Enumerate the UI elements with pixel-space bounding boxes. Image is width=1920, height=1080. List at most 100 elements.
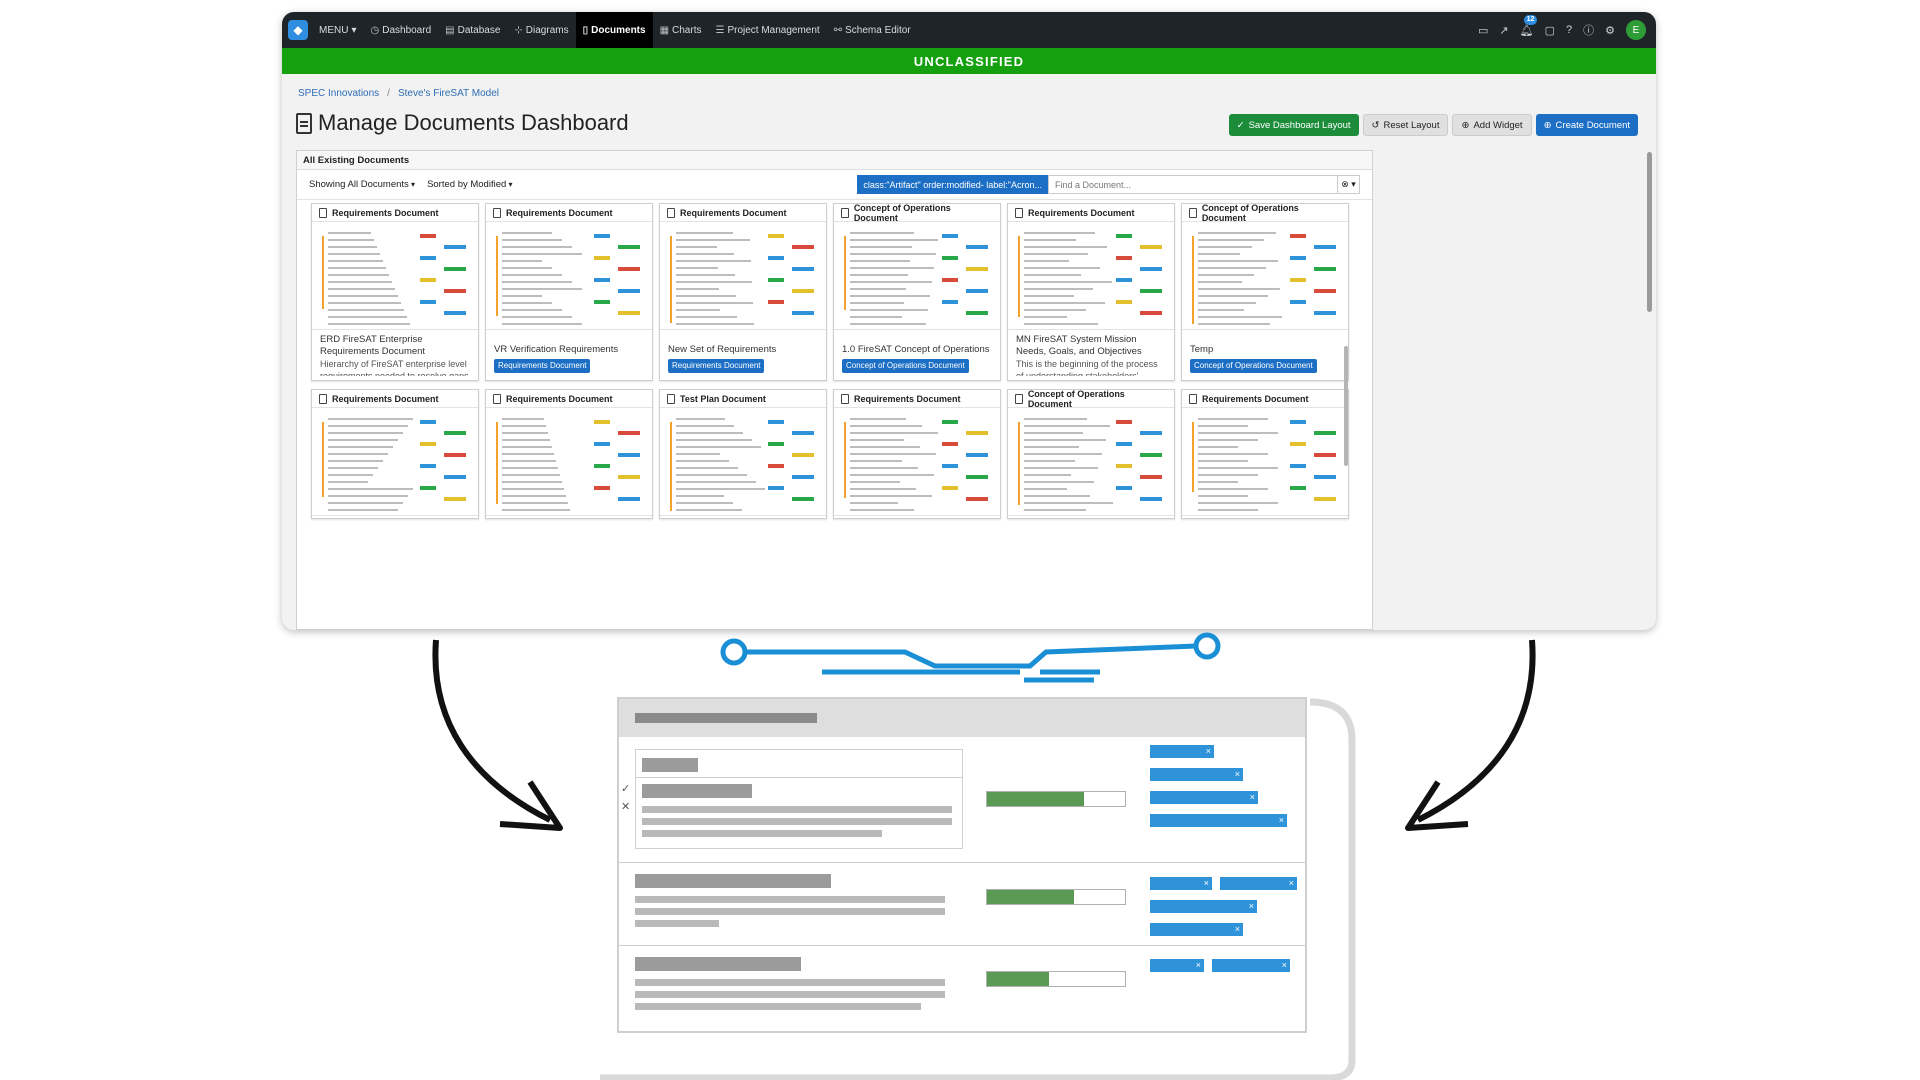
card-type-header: Requirements Document (660, 204, 826, 222)
breadcrumb-item[interactable]: Steve's FireSAT Model (398, 88, 499, 99)
document-type-badge: Requirements Document (668, 359, 765, 373)
close-circle-icon: ⊗ ▾ (1341, 179, 1356, 189)
right-arrowhead (1405, 780, 1469, 831)
document-type-badge: Requirements Document (494, 359, 591, 373)
chat-icon[interactable]: ▭ (1478, 24, 1488, 37)
card-type-header: Requirements Document (1182, 390, 1348, 408)
share-icon[interactable]: ↗ (1499, 24, 1508, 37)
info-icon[interactable]: ⓘ (1583, 22, 1594, 38)
nav-database[interactable]: ▤ Database (438, 12, 507, 48)
card-title[interactable]: 1.0 FireSAT Concept of Operations (842, 344, 992, 356)
card-footer: MN FireSAT System Mission Needs, Goals, … (1008, 330, 1174, 376)
card-footer: 1.0 FireSAT Concept of Operations Concept… (834, 330, 1000, 376)
document-card[interactable]: Requirements Document ERD FireSAT Enterpr… (311, 203, 479, 381)
nav-label: Charts (672, 24, 702, 36)
card-type-header: Test Plan Document (660, 390, 826, 408)
tag-chip (1212, 959, 1290, 972)
card-title[interactable]: VR Verification Requirements (494, 344, 644, 356)
left-arrowhead (499, 780, 563, 831)
document-icon (1189, 393, 1197, 404)
document-card[interactable]: Requirements Document VR Verification Req… (485, 203, 653, 381)
breadcrumb: SPEC Innovations / Steve's FireSAT Model (298, 88, 499, 99)
card-type-header: Requirements Document (1008, 204, 1174, 222)
search-input[interactable] (1048, 175, 1338, 194)
card-type-header: Requirements Document (486, 390, 652, 408)
create-document-button[interactable]: ⊕ Create Document (1535, 114, 1638, 136)
document-icon (296, 112, 312, 134)
document-thumbnail (1182, 222, 1348, 330)
tag-chip (1150, 900, 1257, 913)
plus-circle-icon: ⊕ (1543, 119, 1552, 131)
nav-documents[interactable]: ▯ Documents (575, 12, 653, 48)
card-type-label: Test Plan Document (680, 393, 766, 404)
card-type-label: Concept of Operations Document (1027, 388, 1125, 409)
progress-bar (986, 971, 1126, 987)
tag-chip (1150, 768, 1243, 781)
gear-icon[interactable]: ⚙ (1605, 24, 1615, 37)
card-type-label: Requirements Document (332, 393, 439, 404)
close-icon: ✕ (621, 801, 631, 813)
document-card[interactable]: Test Plan Document (659, 389, 827, 519)
card-title[interactable]: Temp (1190, 344, 1340, 356)
card-type-header: Requirements Document (312, 204, 478, 222)
tag-chip (1150, 959, 1204, 972)
document-card[interactable]: Requirements Document (833, 389, 1001, 519)
document-thumbnail (834, 222, 1000, 330)
button-label: Create Document (1555, 119, 1630, 131)
folder-icon[interactable]: ▢ (1545, 24, 1555, 37)
bell-icon[interactable]: 🔔︎ 12 (1520, 14, 1538, 37)
help-icon[interactable]: ? (1566, 24, 1572, 36)
document-card[interactable]: Concept of Operations Document (1007, 389, 1175, 519)
nav-schema-editor[interactable]: ⚯ Schema Editor (827, 12, 918, 48)
undo-icon: ↺ (1371, 119, 1380, 131)
document-card[interactable]: Concept of Operations Document 1.0 FireSA… (833, 203, 1001, 381)
sort-dropdown[interactable]: Sorted by Modified (427, 179, 512, 190)
document-card[interactable]: Requirements Document MN FireSAT System M… (1007, 203, 1175, 381)
card-title[interactable]: MN FireSAT System Mission Needs, Goals, … (1016, 334, 1166, 358)
document-card[interactable]: Requirements Document New Set of Requirem… (659, 203, 827, 381)
reset-layout-button[interactable]: ↺ Reset Layout (1362, 114, 1449, 136)
plus-circle-icon: ⊕ (1461, 119, 1470, 131)
active-filter-chip[interactable]: class:"Artifact" order:modified- label:"… (857, 175, 1048, 194)
breadcrumb-separator: / (387, 88, 390, 99)
card-type-label: Requirements Document (854, 393, 961, 404)
document-card[interactable]: Requirements Document (311, 389, 479, 519)
card-type-label: Concept of Operations Document (1201, 202, 1299, 223)
card-type-header: Requirements Document (312, 390, 478, 408)
nav-charts[interactable]: ▦ Charts (653, 12, 709, 48)
card-title[interactable]: ERD FireSAT Enterprise Requirements Docu… (320, 334, 470, 358)
breadcrumb-item[interactable]: SPEC Innovations (298, 88, 379, 99)
menu-label: MENU (319, 24, 349, 36)
widget-title: All Existing Documents (297, 151, 1372, 170)
app-logo-icon[interactable]: ◆ (288, 20, 308, 40)
showing-dropdown[interactable]: Showing All Documents (309, 179, 415, 190)
document-icon (667, 393, 675, 404)
nav-diagrams[interactable]: ⊹ Diagrams (507, 12, 575, 48)
document-thumbnail (486, 408, 652, 516)
clear-search-button[interactable]: ⊗ ▾ (1338, 175, 1360, 194)
card-type-header: Concept of Operations Document (1182, 202, 1348, 223)
document-card[interactable]: Requirements Document (1181, 389, 1349, 519)
document-card[interactable]: Requirements Document (485, 389, 653, 519)
list-icon: ☰ (715, 24, 725, 36)
document-card[interactable]: Concept of Operations Document Temp Concep… (1181, 203, 1349, 381)
avatar[interactable]: E (1626, 20, 1646, 40)
save-dashboard-layout-button[interactable]: ✓ Save Dashboard Layout (1228, 114, 1359, 136)
dashboard-icon: ◷ (370, 24, 380, 36)
button-label: Save Dashboard Layout (1248, 119, 1351, 131)
card-type-label: Requirements Document (332, 207, 439, 218)
card-type-label: Requirements Document (506, 207, 613, 218)
card-title[interactable]: New Set of Requirements (668, 344, 818, 356)
nav-project-management[interactable]: ☰ Project Management (708, 12, 826, 48)
topbar-actions: ▭ ↗ 🔔︎ 12 ▢ ? ⓘ ⚙ E (1478, 14, 1656, 40)
page-scrollbar[interactable] (1647, 152, 1652, 312)
progress-bar (986, 791, 1126, 807)
card-footer: Temp Concept of Operations Document (1182, 330, 1348, 376)
card-type-header: Requirements Document (834, 390, 1000, 408)
widget-scrollbar[interactable] (1344, 346, 1348, 466)
nav-dashboard[interactable]: ◷ Dashboard (363, 12, 438, 48)
document-thumbnail (660, 408, 826, 516)
add-widget-button[interactable]: ⊕ Add Widget (1452, 114, 1532, 136)
card-type-label: Requirements Document (506, 393, 613, 404)
menu-button[interactable]: MENU ▾ (312, 12, 363, 48)
